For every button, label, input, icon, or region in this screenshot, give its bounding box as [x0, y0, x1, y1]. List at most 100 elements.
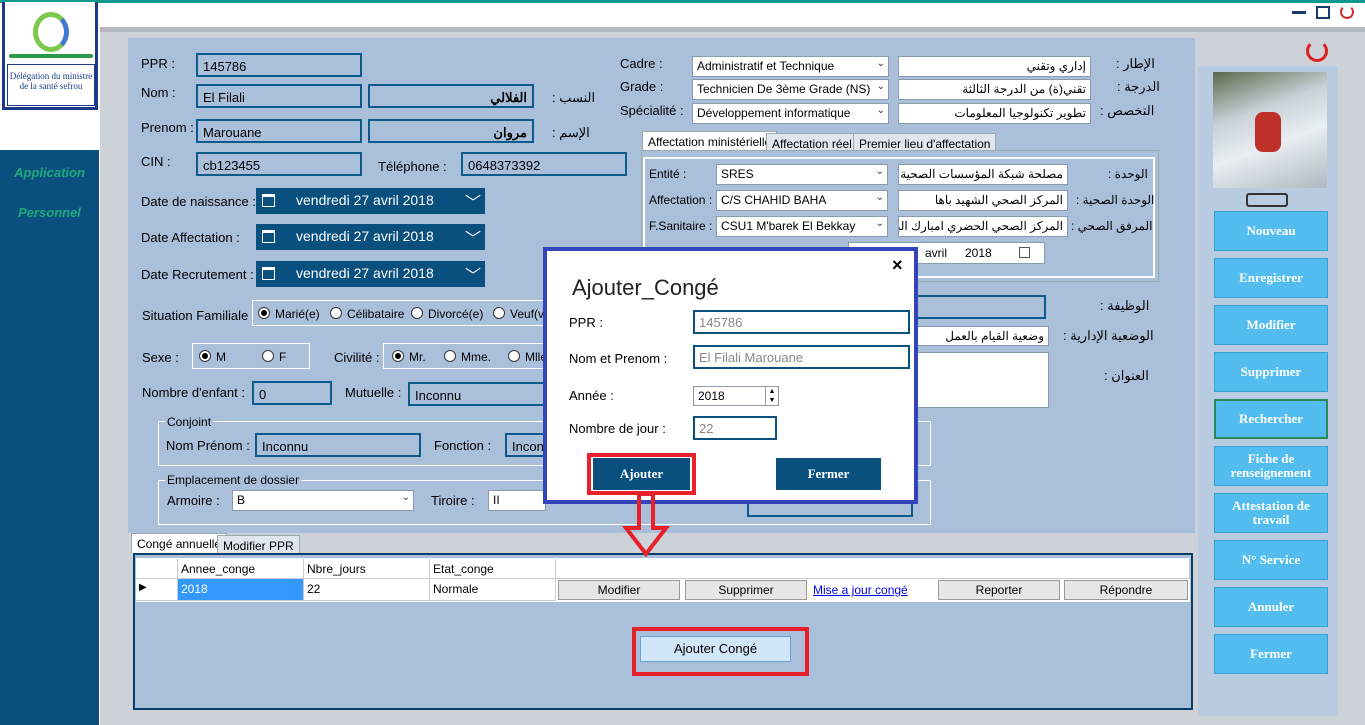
row-repondre-button[interactable]: Répondre — [1064, 580, 1188, 600]
armoire-select[interactable]: B ⌄ — [232, 490, 414, 511]
dialog-ppr-field[interactable]: 145786 — [693, 310, 910, 334]
header-empty — [556, 559, 1190, 579]
close-form-power-icon[interactable] — [1306, 40, 1328, 62]
grade-label: Grade : — [620, 79, 664, 94]
prenom-field[interactable]: Marouane — [196, 119, 362, 143]
row-selector[interactable]: ▶ — [136, 579, 178, 601]
nasab-field[interactable]: الفلالي — [368, 84, 534, 108]
minimize-icon[interactable] — [1292, 11, 1306, 14]
row-mise-a-jour-link[interactable]: Mise a jour congé — [813, 583, 908, 597]
cell-annee[interactable]: 2018 — [178, 579, 304, 601]
wahda-sihhia-select[interactable]: المركز الصحي الشهيد باها — [898, 190, 1068, 211]
header-annee[interactable]: Annee_conge — [178, 559, 304, 579]
radio-marie[interactable] — [258, 307, 270, 319]
ajouter-conge-dialog: Ajouter_Congé × PPR : 145786 Nom et Pren… — [543, 247, 918, 504]
ism-field[interactable]: مروان — [368, 119, 534, 143]
radio-veuf[interactable] — [493, 307, 505, 319]
chevron-down-icon: ﹀ — [464, 195, 481, 212]
drec-picker[interactable]: vendredi 27 avril 2018 ﹀ — [256, 261, 485, 287]
dialog-annee-label: Année : — [569, 388, 614, 403]
dialog-ajouter-button[interactable]: Ajouter — [593, 458, 690, 490]
ism-label: الإسم : — [552, 125, 590, 140]
entite-select[interactable]: SRES ⌄ — [716, 164, 888, 185]
daraja-select[interactable]: تقني(ة) من الدرجة الثالثة — [898, 79, 1091, 100]
nouveau-button[interactable]: Nouveau — [1214, 211, 1328, 251]
header-nbre-jours[interactable]: Nbre_jours — [304, 559, 430, 579]
tab-affectation-ministerielle[interactable]: Affectation ministérielle — [642, 131, 778, 152]
rechercher-button[interactable]: Rechercher — [1214, 399, 1328, 439]
sidebar-item-application[interactable]: Application — [0, 165, 99, 180]
takhasos-value: تطوير تكنولوجيا المعلومات — [954, 106, 1086, 120]
tiroire-select[interactable]: II — [488, 490, 546, 511]
dialog-title: Ajouter_Congé — [572, 275, 719, 300]
annuler-button[interactable]: Annuler — [1214, 587, 1328, 627]
radio-divorce[interactable] — [411, 307, 423, 319]
ppr-field[interactable]: 145786 — [196, 53, 362, 77]
radio-mme[interactable] — [444, 350, 456, 362]
fermer-button[interactable]: Fermer — [1214, 634, 1328, 674]
row-modifier-button[interactable]: Modifier — [558, 580, 680, 600]
fsanitaire-select[interactable]: CSU1 M'barek El Bekkay ⌄ — [716, 216, 888, 237]
power-icon[interactable] — [1340, 5, 1354, 19]
conj-nom-field[interactable]: Inconnu — [255, 433, 421, 457]
sidebar-item-personnel[interactable]: Personnel — [0, 205, 99, 220]
dialog-annee-spinner[interactable]: 2018 ▲ ▼ — [693, 386, 779, 406]
wahda-select[interactable]: مصلحة شبكة المؤسسات الصحية — [898, 164, 1068, 185]
radio-marie-label: Marié(e) — [275, 307, 320, 321]
cadre-select[interactable]: Administratif et Technique ⌄ — [692, 56, 889, 77]
grade-select[interactable]: Technicien De 3ème Grade (NS) ⌄ — [692, 79, 889, 100]
cell-nbre-jours[interactable]: 22 — [304, 579, 430, 601]
radio-sexe-f[interactable] — [262, 350, 274, 362]
header-etat[interactable]: Etat_conge — [430, 559, 556, 579]
row-reporter-button[interactable]: Reporter — [938, 580, 1060, 600]
telephone-field[interactable]: 0648373392 — [461, 152, 627, 176]
dialog-fermer-button[interactable]: Fermer — [776, 458, 881, 490]
dialog-nom-field[interactable]: El Filali Marouane — [693, 345, 910, 369]
enregistrer-button[interactable]: Enregistrer — [1214, 258, 1328, 298]
marfaq-select[interactable]: المركز الصحي الحضري امبارك البكاي — [898, 216, 1068, 237]
modifier-button[interactable]: Modifier — [1214, 305, 1328, 345]
radio-sexe-m[interactable] — [199, 350, 211, 362]
wadiya-select[interactable]: وضعية القيام بالعمل — [912, 326, 1049, 346]
attestation-travail-button[interactable]: Attestation de travail — [1214, 493, 1328, 533]
n-service-button[interactable]: N° Service — [1214, 540, 1328, 580]
restore-icon[interactable] — [1316, 6, 1330, 19]
cin-field[interactable]: cb123455 — [196, 152, 362, 176]
itar-select[interactable]: إداري وتقني — [898, 56, 1091, 77]
specialite-select[interactable]: Développement informatique ⌄ — [692, 103, 889, 124]
wadiya-label: الوضعية الإدارية : — [1063, 328, 1154, 343]
radio-mlle[interactable] — [508, 350, 520, 362]
daff-picker[interactable]: vendredi 27 avril 2018 ﹀ — [256, 224, 485, 250]
onwan-textarea[interactable] — [912, 352, 1049, 408]
nom-field[interactable]: El Filali — [196, 84, 362, 108]
radio-celibataire[interactable] — [330, 307, 342, 319]
affectation-date-year: 2018 — [965, 246, 992, 260]
logo-emblem-icon — [33, 12, 69, 52]
affectation-value: C/S CHAHID BAHA — [721, 193, 827, 207]
chevron-down-icon: ﹀ — [464, 268, 481, 285]
row-supprimer-button[interactable]: Supprimer — [685, 580, 807, 600]
cadre-value: Administratif et Technique — [697, 59, 835, 73]
radio-mr[interactable] — [392, 350, 404, 362]
takhasos-select[interactable]: تطوير تكنولوجيا المعلومات — [898, 103, 1091, 124]
cell-etat[interactable]: Normale — [430, 579, 556, 601]
dialog-jours-field[interactable]: 22 — [693, 416, 777, 440]
grade-value: Technicien De 3ème Grade (NS) — [697, 82, 871, 96]
dialog-nom-label: Nom et Prenom : — [569, 351, 668, 366]
enfants-field[interactable]: 0 — [252, 381, 332, 405]
tab-conge-annuelle[interactable]: Congé annuelle — [131, 533, 228, 554]
chevron-down-icon: ⌄ — [875, 192, 884, 203]
mutuelle-field[interactable]: Inconnu — [408, 382, 548, 406]
spinner-arrows-icon[interactable]: ▲ ▼ — [765, 387, 778, 405]
sidebar: Application Personnel — [0, 150, 99, 725]
ajouter-conge-button[interactable]: Ajouter Congé — [640, 636, 791, 662]
dob-picker[interactable]: vendredi 27 avril 2018 ﹀ — [256, 188, 485, 214]
wadifa-field[interactable] — [912, 295, 1046, 319]
dialog-ppr-label: PPR : — [569, 315, 603, 330]
fiche-renseignement-button[interactable]: Fiche de renseignement — [1214, 446, 1328, 486]
camera-icon[interactable] — [1246, 193, 1288, 207]
affectation-date-month: avril — [925, 246, 948, 260]
supprimer-button[interactable]: Supprimer — [1214, 352, 1328, 392]
affectation-select[interactable]: C/S CHAHID BAHA ⌄ — [716, 190, 888, 211]
dialog-close-icon[interactable]: × — [892, 255, 903, 276]
